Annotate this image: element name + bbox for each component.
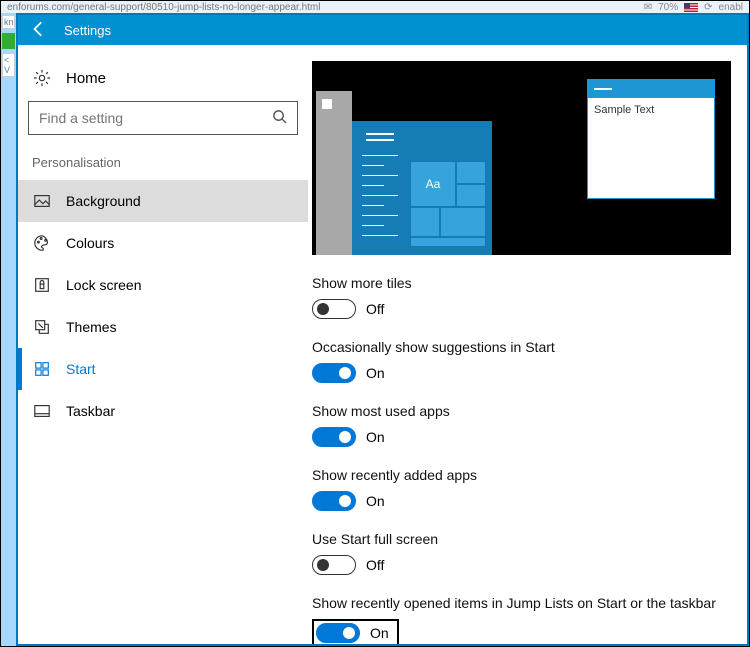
preview-tile-aa: Aa [410,161,456,207]
toggle-row: Off [312,299,747,319]
preview-window-text: Sample Text [588,98,714,122]
setting-group: Show recently added apps On [312,467,747,511]
toggle-row: On [312,491,747,511]
section-label: Personalisation [18,149,308,180]
picture-icon [32,192,52,210]
app-title: Settings [64,23,111,38]
enable-badge: enabl [719,2,743,13]
sidebar-item-themes[interactable]: Themes [18,306,308,348]
toggle-switch[interactable] [312,299,356,319]
toggle-state-text: On [370,625,389,641]
sidebar-item-taskbar[interactable]: Taskbar [18,390,308,432]
gear-icon [32,69,52,87]
setting-label: Show recently opened items in Jump Lists… [312,595,747,611]
sidebar-item-label: Taskbar [66,403,115,419]
setting-label: Occasionally show suggestions in Start [312,339,747,355]
search-input[interactable] [39,110,272,126]
sidebar: Home Personalisation Background Colours [18,45,308,644]
taskbar-icon [32,402,52,420]
home-link[interactable]: Home [18,61,308,101]
url-text: enforums.com/general-support/80510-jump-… [7,2,321,13]
toggle-switch[interactable] [316,623,360,643]
toggle-state-text: Off [366,557,384,573]
sidebar-item-label: Colours [66,235,114,251]
palette-icon [32,234,52,252]
highlighted-toggle-row: On [312,619,399,644]
sidebar-item-label: Lock screen [66,277,141,293]
mail-icon: ✉ [644,2,652,13]
preview-sample-window: Sample Text [587,79,715,199]
start-icon [32,360,52,378]
settings-app-window: Settings Home Personalisation [16,13,749,646]
setting-group: Occasionally show suggestions in Start On [312,339,747,383]
setting-group: Show more tiles Off [312,275,747,319]
sidebar-item-background[interactable]: Background [18,180,308,222]
sidebar-item-label: Themes [66,319,117,335]
sidebar-item-lock-screen[interactable]: Lock screen [18,264,308,306]
toggle-row: Off [312,555,747,575]
themes-icon [32,318,52,336]
preview-start-menu: Aa [352,121,492,255]
edge-tab: < V [2,53,15,77]
toggle-switch[interactable] [312,555,356,575]
browser-icons: ✉ 70% ⟳ enabl [644,2,743,13]
search-icon [272,109,287,127]
sidebar-item-label: Start [66,361,96,377]
sidebar-item-label: Background [66,193,141,209]
lock-screen-icon [32,276,52,294]
setting-group: Use Start full screen Off [312,531,747,575]
search-box[interactable] [28,101,298,135]
setting-label: Show most used apps [312,403,747,419]
toggle-state-text: Off [366,301,384,317]
sidebar-item-start[interactable]: Start [18,348,308,390]
refresh-icon: ⟳ [704,2,712,13]
toggle-row: On [312,427,747,447]
toggle-state-text: On [366,429,385,445]
home-label: Home [66,70,106,87]
setting-group: Show recently opened items in Jump Lists… [312,595,747,644]
desktop-left-edge: kn < V [1,13,16,646]
toggle-switch[interactable] [312,491,356,511]
toggle-switch[interactable] [312,363,356,383]
titlebar: Settings [18,15,747,45]
setting-label: Use Start full screen [312,531,747,547]
flag-icon [684,3,698,12]
setting-label: Show more tiles [312,275,747,291]
toggle-state-text: On [366,365,385,381]
back-button[interactable] [30,20,48,41]
toggle-state-text: On [366,493,385,509]
main-panel: Aa Sample Text Show more tiles Off Occasio… [308,45,747,644]
preview-taskbar [316,91,352,255]
edge-tab: kn [2,15,15,29]
browser-address-bar: enforums.com/general-support/80510-jump-… [1,1,749,13]
toggle-row: On [312,363,747,383]
setting-label: Show recently added apps [312,467,747,483]
sidebar-item-colours[interactable]: Colours [18,222,308,264]
edge-block [2,33,15,49]
toggle-switch[interactable] [312,427,356,447]
zoom-level: 70% [658,2,678,13]
start-preview: Aa Sample Text [312,61,731,255]
setting-group: Show most used apps On [312,403,747,447]
